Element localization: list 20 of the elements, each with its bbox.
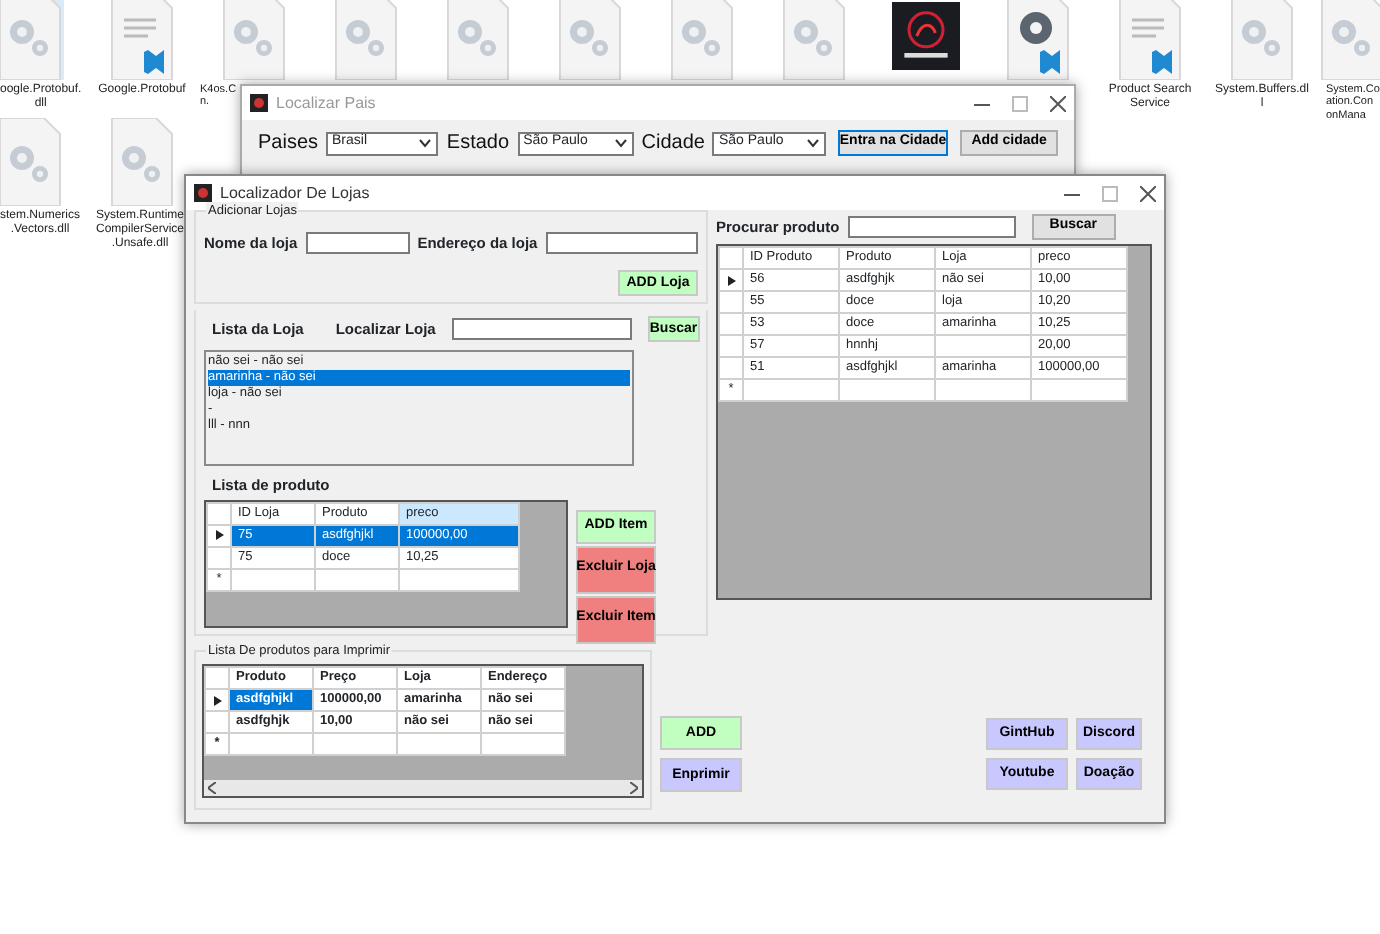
field-label: Paises <box>258 130 319 158</box>
window-title: Localizar Pais <box>276 91 376 115</box>
row-header[interactable] <box>207 524 231 546</box>
app-icon <box>194 184 212 202</box>
field-label: Estado <box>446 130 510 158</box>
search-field[interactable] <box>451 318 632 341</box>
search-field[interactable] <box>847 216 1016 238</box>
field-label: Cidade <box>641 130 705 158</box>
close-icon[interactable] <box>1140 185 1156 201</box>
caret-icon <box>418 138 433 148</box>
text-field[interactable] <box>545 232 698 255</box>
caret-icon <box>805 138 820 148</box>
row-header[interactable] <box>719 269 743 291</box>
row-header[interactable] <box>205 689 229 712</box>
close-icon[interactable] <box>1050 95 1066 111</box>
app-icon <box>250 94 268 112</box>
horizontal-scrollbar[interactable] <box>204 780 642 797</box>
window-title: Localizador De Lojas <box>220 181 370 204</box>
caret-icon <box>613 138 628 148</box>
text-field[interactable] <box>305 232 410 255</box>
